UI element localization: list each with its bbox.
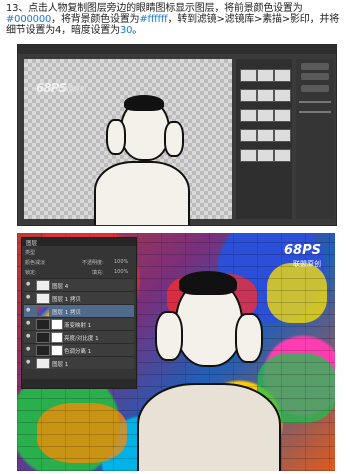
- layer-filter-select[interactable]: 类型: [25, 249, 35, 256]
- layer-mask-thumbnail: [51, 319, 63, 330]
- visibility-eye-icon[interactable]: ●: [26, 308, 32, 313]
- detail-slider[interactable]: [299, 101, 331, 103]
- caption-darkness-value: 30: [119, 25, 133, 36]
- fill-label: 填充:: [92, 270, 104, 276]
- filter-thumb[interactable]: [257, 109, 274, 122]
- opacity-value[interactable]: 100%: [114, 259, 128, 265]
- layer-row[interactable]: ● 图层 4: [24, 278, 134, 291]
- fill-value[interactable]: 100%: [114, 269, 128, 275]
- filter-thumb[interactable]: [240, 109, 257, 122]
- layer-row[interactable]: ● 色调分离 1: [24, 343, 134, 356]
- layer-row[interactable]: ● 渐变映射 1: [24, 317, 134, 330]
- layer-name: 亮度/对比度 1: [64, 336, 99, 342]
- ok-button[interactable]: [301, 63, 329, 70]
- caption-background-hex: #ffffff: [139, 14, 168, 25]
- layer-row[interactable]: ● 图层 1: [24, 356, 134, 369]
- layer-row[interactable]: ● 亮度/对比度 1: [24, 330, 134, 343]
- visibility-eye-icon[interactable]: ●: [26, 321, 32, 326]
- cancel-button[interactable]: [301, 73, 329, 80]
- caption-text-2: ，将背景颜色设置为: [51, 14, 140, 25]
- man-right-hand: [235, 313, 263, 363]
- filter-select[interactable]: [301, 85, 329, 92]
- filter-thumb[interactable]: [257, 149, 274, 162]
- filter-thumb[interactable]: [240, 89, 257, 102]
- filter-settings-panel: [296, 59, 334, 219]
- layer-row-selected[interactable]: ● 图层 1 拷贝: [24, 304, 134, 317]
- layer-mask-thumbnail: [51, 345, 63, 356]
- lock-label: 锁定:: [25, 270, 37, 276]
- filter-thumb[interactable]: [257, 69, 274, 82]
- layer-thumbnail: [36, 280, 50, 291]
- filter-thumb[interactable]: [240, 129, 257, 142]
- caption-text-1: 13、点击人物复制图层旁边的眼睛图标显示图层，将前景颜色设置为: [6, 3, 303, 14]
- adjustment-thumbnail: [36, 319, 50, 330]
- watermark-logo-subtitle: 联盟原创: [62, 86, 87, 93]
- watermark-logo: 68PS: [284, 243, 321, 258]
- blend-mode-select[interactable]: 颜色减淡: [25, 259, 45, 266]
- filter-thumbnail-gallery: [236, 59, 292, 219]
- man-body-sketch: [94, 161, 190, 225]
- darkness-slider[interactable]: [299, 111, 331, 113]
- layer-name: 图层 4: [52, 284, 69, 290]
- layer-name: 图层 1 拷贝: [52, 310, 81, 316]
- man-left-hand-sketch: [106, 119, 126, 155]
- layer-mask-thumbnail: [51, 332, 63, 343]
- filter-thumb[interactable]: [274, 149, 291, 162]
- caption-foreground-hex: #000000: [6, 14, 52, 25]
- layer-name: 图层 1 拷贝: [52, 297, 81, 303]
- preview-canvas: 68PS 联盟原创: [24, 59, 232, 225]
- layers-panel: 图层 类型 颜色减淡 不透明度: 100% 锁定: 填充: 100% ● 图层 …: [21, 237, 137, 389]
- window-title-bar: [18, 45, 336, 54]
- layer-name: 图层 1: [52, 362, 69, 368]
- layers-panel-footer: [22, 379, 136, 388]
- opacity-label: 不透明度:: [82, 260, 104, 266]
- filter-thumb[interactable]: [257, 129, 274, 142]
- man-hair: [179, 271, 237, 295]
- adjustment-thumbnail: [36, 332, 50, 343]
- caption-text-4: 。: [132, 25, 143, 36]
- filter-thumb[interactable]: [274, 69, 291, 82]
- visibility-eye-icon[interactable]: ●: [26, 282, 32, 287]
- visibility-eye-icon[interactable]: ●: [26, 347, 32, 352]
- layers-panel-title: 图层: [26, 241, 38, 247]
- filter-thumb[interactable]: [257, 89, 274, 102]
- watermark-logo-subtitle: 联盟原创: [293, 260, 321, 268]
- adjustment-thumbnail: [36, 345, 50, 356]
- layer-thumbnail: [36, 306, 50, 317]
- visibility-eye-icon[interactable]: ●: [26, 334, 32, 339]
- filter-thumb[interactable]: [240, 69, 257, 82]
- layer-row[interactable]: ● 图层 1 拷贝: [24, 291, 134, 304]
- visibility-eye-icon[interactable]: ●: [26, 295, 32, 300]
- man-body: [137, 383, 281, 471]
- man-left-hand: [155, 311, 183, 361]
- filter-thumb[interactable]: [274, 89, 291, 102]
- layer-name: 渐变映射 1: [64, 323, 92, 329]
- step-caption: 13、点击人物复制图层旁边的眼睛图标显示图层，将前景颜色设置为#000000，将…: [6, 3, 346, 36]
- layers-panel-title-bar: 图层: [22, 238, 136, 247]
- filter-thumb[interactable]: [240, 149, 257, 162]
- filter-thumb[interactable]: [274, 109, 291, 122]
- filter-gallery-screenshot: 68PS 联盟原创: [17, 44, 337, 226]
- layer-thumbnail: [36, 358, 50, 369]
- layers-result-screenshot: 68PS 联盟原创 图层 类型 颜色减淡 不透明度: 100% 锁定: 填充: …: [17, 233, 335, 471]
- layer-thumbnail: [36, 293, 50, 304]
- layer-name: 色调分离 1: [64, 349, 92, 355]
- filter-thumb[interactable]: [274, 129, 291, 142]
- man-right-hand-sketch: [164, 121, 184, 157]
- visibility-eye-icon[interactable]: ●: [26, 360, 32, 365]
- man-hair-sketch: [124, 95, 164, 111]
